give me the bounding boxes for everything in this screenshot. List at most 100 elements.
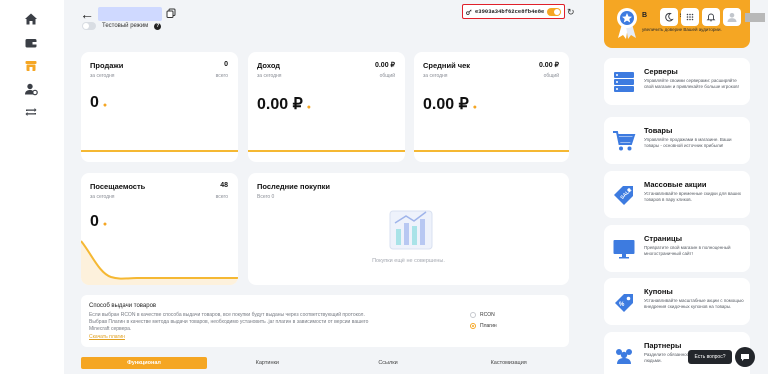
radio-rcon[interactable]: RCON — [470, 312, 495, 318]
section-description: Превратите свой магазин в полноценный мн… — [644, 245, 731, 256]
grid-icon — [686, 13, 694, 21]
section-card-products[interactable]: Товары Управляйте продажами в магазине. … — [604, 117, 750, 164]
tab-functional[interactable]: Функционал — [81, 357, 207, 369]
verification-banner: В я увеличить доверие Вашей аудитории. — [604, 0, 750, 48]
stat-card-visits: Посещаемость 48 за сегодня всего 0 ● — [81, 173, 238, 285]
stat-main-number: 0.00 ₽ — [423, 96, 469, 113]
test-mode-label: Тестовый режим — [102, 23, 149, 29]
stat-main-number: 0 — [90, 94, 99, 111]
test-mode-toggle[interactable] — [82, 22, 96, 30]
radio-plugin[interactable]: Плагин — [470, 323, 497, 329]
avatar[interactable] — [723, 8, 741, 26]
api-key-toggle[interactable] — [547, 7, 561, 16]
chat-button[interactable] — [735, 347, 755, 367]
stat-card-sales: Продажи 0 за сегодня всего 0 ● — [81, 52, 238, 162]
award-ribbon-icon — [617, 8, 637, 39]
refresh-icon[interactable]: ↻ — [567, 7, 575, 18]
repeat-icon[interactable] — [22, 103, 40, 121]
tab-links[interactable]: Ссылки — [328, 357, 449, 369]
download-plugin-link[interactable]: Скачать плагин — [89, 334, 125, 340]
stat-period: за сегодня — [423, 73, 448, 79]
banner-subtitle: увеличить доверие Вашей аудитории. — [642, 27, 722, 32]
recent-purchases-card: Последние покупки Всего 0 Покупки ещё не… — [248, 173, 569, 285]
right-panel: В я увеличить доверие Вашей аудитории. — [590, 0, 768, 374]
stat-title: Доход — [257, 61, 281, 70]
stat-card-avg-check: Средний чек 0.00 ₽ за сегодня общий 0.00… — [414, 52, 569, 162]
api-key-text: e3903a34bf62ce8fb4e8e — [475, 8, 544, 15]
notifications-button[interactable] — [702, 8, 720, 26]
radio-circle[interactable] — [470, 323, 476, 329]
coupon-icon: % — [610, 288, 638, 316]
back-arrow-icon[interactable]: ← — [80, 7, 94, 21]
stat-chart-line — [248, 150, 405, 152]
delivery-title: Способ выдачи товаров — [89, 303, 157, 309]
stat-total-label: общий — [379, 73, 395, 79]
visits-chart — [81, 240, 238, 285]
api-key-box[interactable]: e3903a34bf62ce8fb4e8e — [462, 4, 565, 19]
stat-main-number: 0.00 ₽ — [257, 96, 303, 113]
stat-title: Средний чек — [423, 61, 471, 70]
stat-chart-line — [414, 150, 569, 152]
server-icon — [610, 68, 638, 96]
coin-icon: ● — [102, 102, 108, 109]
store-icon[interactable] — [22, 57, 40, 75]
home-icon[interactable] — [22, 10, 40, 28]
banner-title: В я — [642, 12, 684, 19]
user-settings-icon[interactable] — [22, 80, 40, 98]
stat-chart-line — [81, 150, 238, 152]
bell-icon — [706, 13, 716, 22]
help-icon[interactable]: ? — [154, 22, 162, 30]
svg-text:%: % — [619, 302, 625, 308]
stat-total-value: 48 — [220, 182, 228, 189]
section-description: Управляйте продажами в магазине. Ваши то… — [644, 137, 732, 148]
stat-main-number: 0 — [90, 213, 99, 230]
header-icon-group — [660, 8, 741, 26]
bottom-tabs: Функционал Картинки Ссылки Кастомизация — [81, 357, 569, 369]
key-icon — [466, 8, 472, 15]
stat-total-value: 0.00 ₽ — [538, 62, 559, 69]
stat-period: за сегодня — [90, 73, 115, 79]
copy-icon[interactable] — [166, 5, 176, 23]
section-title: Купоны — [644, 287, 673, 296]
stat-main-value: 0 ● — [90, 213, 107, 231]
help-tooltip[interactable]: Есть вопрос? — [688, 350, 732, 364]
section-card-pages[interactable]: Страницы Превратите свой магазин в полно… — [604, 225, 750, 272]
stat-period: за сегодня — [257, 73, 282, 79]
section-title: Партнеры — [644, 341, 682, 350]
stat-total-value: 0 — [224, 61, 228, 68]
server-name-redacted — [98, 7, 162, 21]
stat-total-label: всего — [215, 194, 228, 200]
test-mode-row: Тестовый режим ? — [82, 22, 162, 30]
sale-tag-icon: SALE — [610, 181, 638, 209]
section-title: Страницы — [644, 234, 682, 243]
stat-card-income: Доход 0.00 ₽ за сегодня общий 0.00 ₽ ● — [248, 52, 405, 162]
left-nav — [0, 0, 64, 374]
chat-icon — [741, 354, 749, 361]
wallet-icon[interactable] — [22, 34, 40, 52]
section-title: Товары — [644, 126, 673, 135]
stat-title: Посещаемость — [90, 182, 146, 191]
section-card-mass-sales[interactable]: SALE Массовые акции Устанавливайте време… — [604, 171, 750, 218]
stat-main-value: 0.00 ₽ ● — [423, 94, 477, 114]
section-description: Управляйте своими серверами: расширяйте … — [644, 78, 739, 89]
radio-circle[interactable] — [470, 312, 476, 318]
radio-label: RCON — [480, 312, 495, 318]
stat-total-label: общий — [543, 73, 559, 79]
section-card-coupons[interactable]: % Купоны Устанавливайте масштабные акции… — [604, 278, 750, 325]
moon-icon — [665, 12, 674, 22]
tab-customization[interactable]: Кастомизация — [448, 357, 569, 369]
empty-chart-icon — [389, 210, 433, 250]
section-description: Устанавливайте временные скидки для ваши… — [644, 191, 742, 202]
theme-toggle-button[interactable] — [660, 8, 678, 26]
section-card-servers[interactable]: Серверы Управляйте своими серверами: рас… — [604, 58, 750, 105]
empty-state-text: Покупки ещё не совершены. — [372, 258, 445, 264]
section-title: Серверы — [644, 67, 678, 76]
apps-button[interactable] — [681, 8, 699, 26]
delivery-description: Если выбран RCON в качестве способа выда… — [89, 312, 369, 332]
tab-images[interactable]: Картинки — [207, 357, 328, 369]
cart-icon — [610, 127, 638, 155]
radio-label: Плагин — [480, 323, 497, 329]
stat-period: за сегодня — [90, 194, 115, 200]
stat-total-value: 0.00 ₽ — [374, 62, 395, 69]
coin-icon: ● — [102, 221, 108, 228]
